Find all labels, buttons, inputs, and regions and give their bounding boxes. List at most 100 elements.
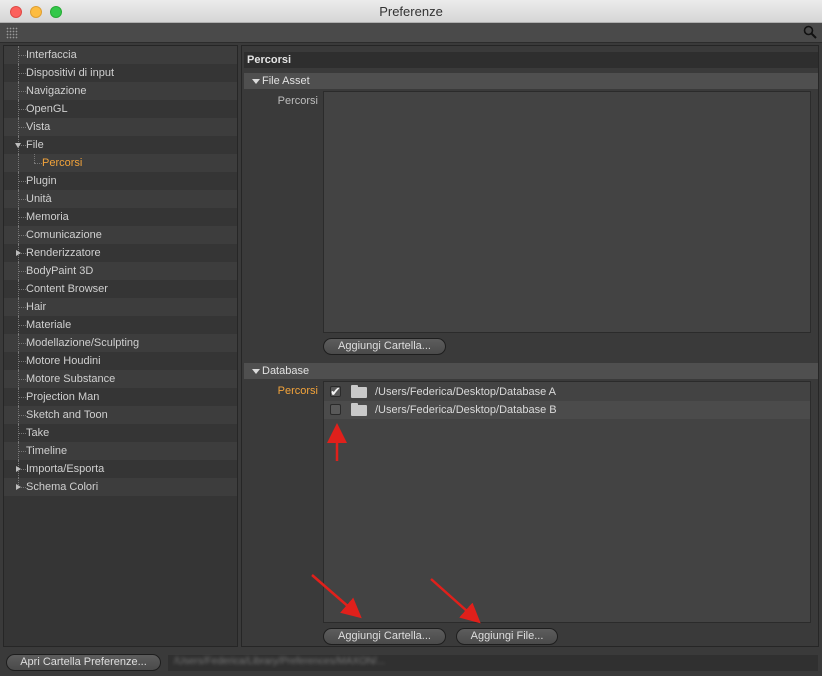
sidebar-item-navigazione[interactable]: Navigazione xyxy=(4,82,237,100)
tree-connector xyxy=(18,235,26,236)
checkmark-icon: ✔ xyxy=(330,384,341,399)
tree-connector xyxy=(18,451,26,452)
tree-connector xyxy=(18,199,26,200)
sidebar-item-label: Motore Houdini xyxy=(26,355,101,367)
preferences-tree: Interfaccia Dispositivi di input Navigazio… xyxy=(3,45,238,647)
sidebar-item-percorsi[interactable]: Percorsi xyxy=(4,154,237,172)
tree-connector xyxy=(34,154,35,163)
sidebar-item-label: Importa/Esporta xyxy=(26,463,105,475)
sidebar-item-memoria[interactable]: Memoria xyxy=(4,208,237,226)
sidebar-item-motore-substance[interactable]: Motore Substance xyxy=(4,370,237,388)
sidebar-item-vista[interactable]: Vista xyxy=(4,118,237,136)
sidebar-item-sketch-and-toon[interactable]: Sketch and Toon xyxy=(4,406,237,424)
tree-connector xyxy=(18,55,26,56)
main-panel: Percorsi File Asset Percorsi Aggiungi Ca… xyxy=(241,45,819,647)
sidebar-item-label: Navigazione xyxy=(26,85,87,97)
sidebar-item-bodypaint-3d[interactable]: BodyPaint 3D xyxy=(4,262,237,280)
folder-icon xyxy=(351,403,367,416)
sidebar-item-label: Modellazione/Sculpting xyxy=(26,337,140,349)
database-path-text: /Users/Federica/Desktop/Database B xyxy=(375,404,557,416)
sidebar-item-label: Content Browser xyxy=(26,283,108,295)
tree-connector xyxy=(18,181,26,182)
sidebar-item-label: Projection Man xyxy=(26,391,100,403)
sidebar-item-projection-man[interactable]: Projection Man xyxy=(4,388,237,406)
sidebar-item-schema-colori[interactable]: Schema Colori xyxy=(4,478,237,496)
title-bar: Preferenze xyxy=(0,0,822,23)
sidebar-item-unit-[interactable]: Unità xyxy=(4,190,237,208)
sidebar-item-dispositivi-di-input[interactable]: Dispositivi di input xyxy=(4,64,237,82)
triangle-down-icon xyxy=(252,369,260,374)
sidebar-item-label: Timeline xyxy=(26,445,68,457)
sidebar-item-label: Percorsi xyxy=(42,157,83,169)
section-header-database[interactable]: Database xyxy=(244,363,818,379)
file-asset-add-folder-button[interactable]: Aggiungi Cartella... xyxy=(323,338,446,355)
open-preferences-folder-button[interactable]: Apri Cartella Preferenze... xyxy=(6,654,161,671)
database-path-checkbox[interactable] xyxy=(330,404,341,415)
tree-connector xyxy=(18,307,26,308)
sidebar-item-hair[interactable]: Hair xyxy=(4,298,237,316)
tree-connector xyxy=(18,127,26,128)
sidebar-item-label: Interfaccia xyxy=(26,49,77,61)
sidebar-item-label: Schema Colori xyxy=(26,481,99,493)
section-title-database: Database xyxy=(262,365,310,377)
sidebar-item-plugin[interactable]: Plugin xyxy=(4,172,237,190)
sidebar-item-label: BodyPaint 3D xyxy=(26,265,94,277)
database-path-row[interactable]: ✔ /Users/Federica/Desktop/Database A xyxy=(324,383,810,401)
sidebar-item-label: Sketch and Toon xyxy=(26,409,108,421)
tree-connector xyxy=(18,343,26,344)
sidebar-item-label: Vista xyxy=(26,121,51,133)
search-icon[interactable] xyxy=(803,25,817,39)
sidebar-item-interfaccia[interactable]: Interfaccia xyxy=(4,46,237,64)
sidebar-item-label: Hair xyxy=(26,301,47,313)
database-paths-list[interactable]: ✔ /Users/Federica/Desktop/Database A /Us… xyxy=(323,381,811,623)
sidebar-item-label: Dispositivi di input xyxy=(26,67,115,79)
database-add-file-button[interactable]: Aggiungi File... xyxy=(456,628,558,645)
tree-connector xyxy=(18,397,26,398)
grip-icon[interactable] xyxy=(6,27,18,39)
database-path-checkbox[interactable]: ✔ xyxy=(330,384,341,399)
file-asset-paths-label: Percorsi xyxy=(277,95,318,107)
tree-connector xyxy=(18,379,26,380)
sidebar-item-content-browser[interactable]: Content Browser xyxy=(4,280,237,298)
preferences-path-text: /Users/Federica/Library/Preferences/MAXO… xyxy=(174,656,386,667)
sidebar-item-label: File xyxy=(26,139,44,151)
tree-connector xyxy=(18,361,26,362)
tree-connector xyxy=(18,415,26,416)
section-title-file-asset: File Asset xyxy=(262,75,310,87)
tree-list: Interfaccia Dispositivi di input Navigazio… xyxy=(4,46,237,496)
preferences-path-field: /Users/Federica/Library/Preferences/MAXO… xyxy=(168,655,818,671)
database-add-folder-button[interactable]: Aggiungi Cartella... xyxy=(323,628,446,645)
triangle-right-icon[interactable] xyxy=(16,484,21,490)
sidebar-item-label: Materiale xyxy=(26,319,72,331)
tree-connector xyxy=(18,433,26,434)
database-path-row[interactable]: /Users/Federica/Desktop/Database B xyxy=(324,401,810,419)
tree-connector xyxy=(18,325,26,326)
database-paths-label: Percorsi xyxy=(277,385,318,397)
sidebar-item-file[interactable]: File xyxy=(4,136,237,154)
tree-connector xyxy=(18,73,26,74)
sidebar-item-take[interactable]: Take xyxy=(4,424,237,442)
sidebar-item-importa-esporta[interactable]: Importa/Esporta xyxy=(4,460,237,478)
sidebar-item-comunicazione[interactable]: Comunicazione xyxy=(4,226,237,244)
page-title: Percorsi xyxy=(244,52,818,68)
tree-connector xyxy=(34,163,42,164)
tree-connector xyxy=(18,217,26,218)
folder-icon xyxy=(351,385,367,398)
tree-connector xyxy=(18,271,26,272)
section-header-file-asset[interactable]: File Asset xyxy=(244,73,818,89)
triangle-right-icon[interactable] xyxy=(16,250,21,256)
sidebar-item-opengl[interactable]: OpenGL xyxy=(4,100,237,118)
sidebar-item-label: Comunicazione xyxy=(26,229,102,241)
sidebar-item-label: OpenGL xyxy=(26,103,68,115)
sidebar-item-label: Unità xyxy=(26,193,52,205)
sidebar-item-timeline[interactable]: Timeline xyxy=(4,442,237,460)
sidebar-item-motore-houdini[interactable]: Motore Houdini xyxy=(4,352,237,370)
sidebar-item-materiale[interactable]: Materiale xyxy=(4,316,237,334)
database-path-text: /Users/Federica/Desktop/Database A xyxy=(375,386,556,398)
sidebar-item-modellazione-sculpting[interactable]: Modellazione/Sculpting xyxy=(4,334,237,352)
file-asset-paths-list[interactable] xyxy=(323,91,811,333)
triangle-down-icon[interactable] xyxy=(15,143,21,148)
sidebar-item-renderizzatore[interactable]: Renderizzatore xyxy=(4,244,237,262)
triangle-right-icon[interactable] xyxy=(16,466,21,472)
tree-connector xyxy=(18,109,26,110)
